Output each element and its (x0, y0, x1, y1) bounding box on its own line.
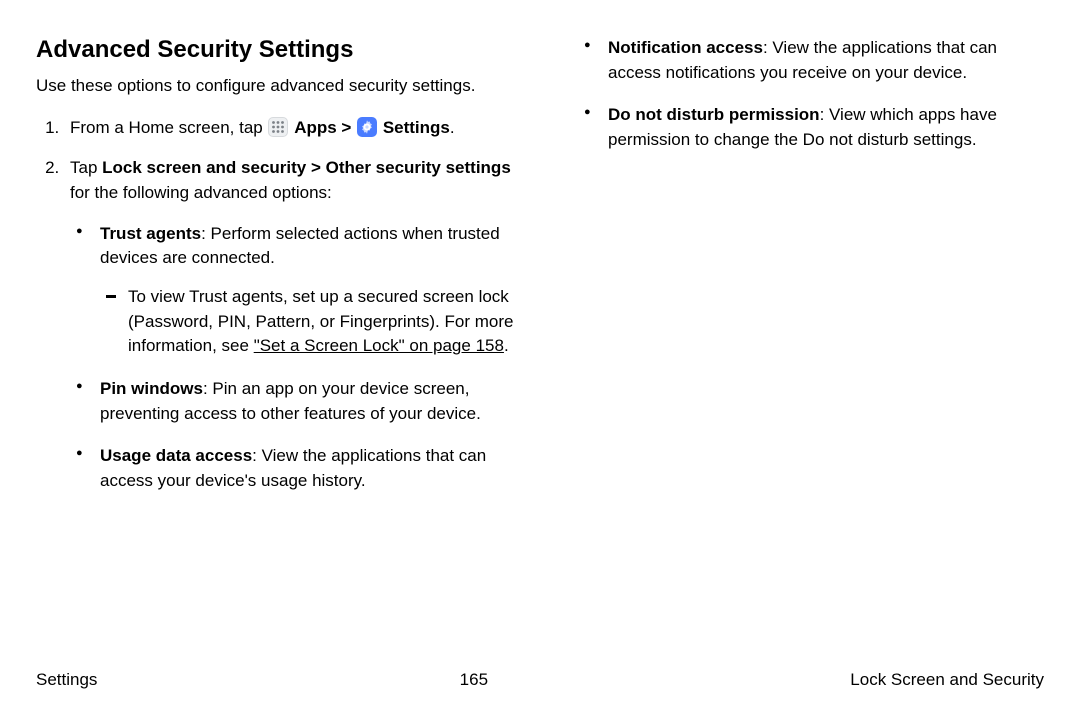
footer-left: Settings (36, 670, 97, 690)
set-screen-lock-link[interactable]: "Set a Screen Lock" on page 158 (254, 336, 504, 355)
step-1: From a Home screen, tap Apps > Settings. (64, 116, 514, 141)
trust-sub-suffix: . (504, 336, 509, 355)
usage-label: Usage data access (100, 446, 252, 465)
dnd-label: Do not disturb permission (608, 105, 820, 124)
step1-prefix: From a Home screen, tap (70, 118, 267, 137)
bullet-notification-access: Notification access: View the applicatio… (606, 36, 1044, 85)
bullet-trust-agents: Trust agents: Perform selected actions w… (98, 222, 514, 359)
step1-suffix: . (450, 118, 455, 137)
step-2: Tap Lock screen and security > Other sec… (64, 156, 514, 493)
footer-page-number: 165 (460, 670, 488, 690)
step1-settings: Settings (383, 118, 450, 137)
step2-bold: Lock screen and security > Other securit… (102, 158, 511, 177)
steps-list: From a Home screen, tap Apps > Settings.… (36, 116, 514, 494)
apps-icon (268, 117, 288, 137)
notif-label: Notification access (608, 38, 763, 57)
bullet-dnd-permission: Do not disturb permission: View which ap… (606, 103, 1044, 152)
step2-suffix: for the following advanced options: (70, 183, 332, 202)
step1-apps: Apps (294, 118, 337, 137)
settings-icon (357, 117, 377, 137)
step1-chevron: > (337, 118, 356, 137)
pin-label: Pin windows (100, 379, 203, 398)
options-list-right: Notification access: View the applicatio… (566, 36, 1044, 153)
trust-label: Trust agents (100, 224, 201, 243)
bullet-pin-windows: Pin windows: Pin an app on your device s… (98, 377, 514, 426)
trust-sublist: To view Trust agents, set up a secured s… (100, 285, 514, 359)
page-heading: Advanced Security Settings (36, 36, 514, 64)
page-footer: Settings 165 Lock Screen and Security (36, 670, 1044, 690)
footer-right: Lock Screen and Security (850, 670, 1044, 690)
intro-text: Use these options to configure advanced … (36, 74, 514, 98)
trust-sub-item: To view Trust agents, set up a secured s… (124, 285, 514, 359)
step2-prefix: Tap (70, 158, 102, 177)
bullet-usage-data: Usage data access: View the applications… (98, 444, 514, 493)
options-list-left: Trust agents: Perform selected actions w… (70, 222, 514, 494)
